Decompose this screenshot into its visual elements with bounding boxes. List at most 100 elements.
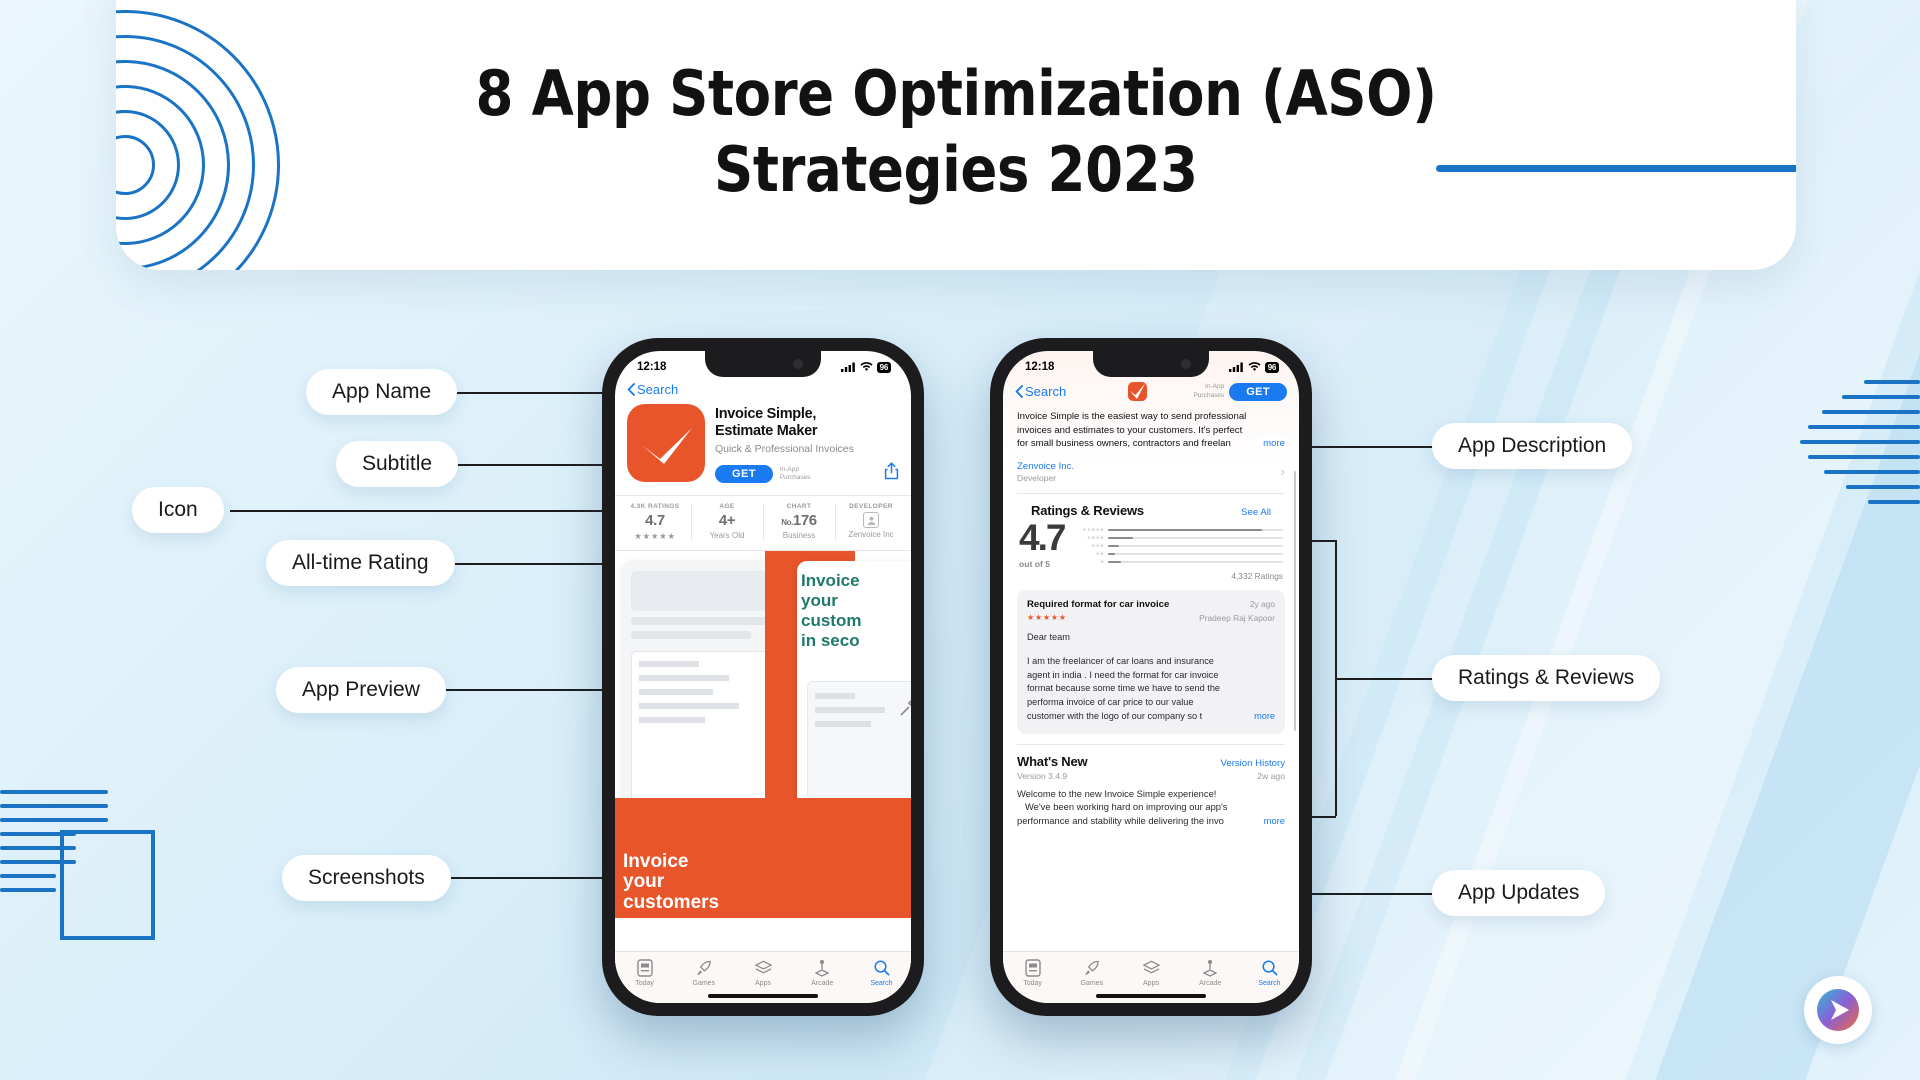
description-line1: Invoice Simple is the easiest way to sen… [1017,411,1247,422]
review-author: Pradeep Raj Kapoor [1199,612,1275,623]
stat-value: No.176 [765,512,833,529]
rating-score: 4.7 [1019,516,1066,558]
review-more-link[interactable]: more [1250,709,1275,724]
concentric-rings-icon [116,0,320,270]
histogram-row: ★★★ [1078,543,1283,549]
preview-headline-l3: custom [801,611,862,631]
tab-apps[interactable]: Apps [733,959,792,987]
app-subtitle: Quick & Professional Invoices [715,443,854,456]
tab-search[interactable]: Search [852,959,911,987]
notch [1093,351,1209,377]
tab-label: Games [1080,980,1104,987]
back-to-search-link[interactable]: Search [627,382,899,397]
stat-value-number: 176 [792,512,817,530]
histogram-row: ★ [1078,559,1283,565]
histogram-bar [1108,528,1283,531]
stat-ratings: 4.3K RATINGS 4.7 ★★★★★ [619,503,691,542]
tab-today[interactable]: Today [1003,959,1062,987]
iap-line1: In-App [779,465,799,473]
signal-icon [840,362,855,372]
stat-unit: Years Old [709,531,745,541]
callout-icon: Icon [132,487,224,533]
review-body-l1: I am the freelancer of car loans and ins… [1027,655,1214,666]
app-header: Invoice Simple, Estimate Maker Quick & P… [615,400,911,485]
rocket-icon [1062,959,1121,978]
histogram-bar [1108,536,1283,539]
histogram-bar [1108,560,1283,563]
stat-unit: Zenvoice Inc [848,530,894,540]
review-card[interactable]: Required format for car invoice 2y ago ★… [1017,589,1285,734]
callout-label: Screenshots [308,866,425,889]
histogram-row: ★★★★★ [1078,527,1283,533]
version-history-link[interactable]: Version History [1220,758,1285,769]
whats-new-heading: What's New [1017,753,1088,769]
app-preview-screenshots[interactable]: Invoice your custom in seco Invoice your… [615,550,911,919]
stat-value-prefix: No. [781,518,793,528]
stat-key: CHART [786,503,812,511]
camera-icon [793,359,803,369]
callout-subtitle: Subtitle [336,441,459,487]
callout-all-time-rating: All-time Rating [266,540,455,586]
wifi-icon [1248,362,1261,371]
title-underline [1436,165,1796,172]
status-indicators: 96 [1228,361,1279,373]
tab-label: Arcade [811,980,834,987]
battery-indicator: 96 [1264,361,1279,373]
play-gradient-icon [1817,989,1859,1031]
brand-logo [1804,976,1872,1044]
tab-label: Search [1258,980,1281,987]
description-line2: invoices and estimates to your customers… [1017,424,1243,436]
back-to-search-link[interactable]: Search [1015,384,1066,399]
stat-chart: CHART No.176 Business [763,503,835,542]
share-icon[interactable] [884,462,899,485]
battery-indicator: 96 [876,361,891,373]
stat-value: 4.7 [645,512,665,530]
app-icon[interactable] [627,404,705,482]
rating-out-of: out of 5 [1019,558,1051,569]
notch [705,351,821,377]
chevron-left-icon [627,383,635,396]
chevron-left-icon [1015,385,1023,398]
search-icon [1240,959,1299,978]
stat-age: AGE 4+ Years Old [691,503,763,542]
description-line3: for small business owners, contractors a… [1017,438,1231,450]
whats-new-more-link[interactable]: more [1259,814,1285,828]
see-all-link[interactable]: See All [1241,507,1271,518]
review-body-l5: customer with the logo of our company so… [1027,710,1203,721]
whats-new-l1: Welcome to the new Invoice Simple experi… [1017,787,1217,799]
iap-line2: Purchases [779,473,811,481]
callout-label: Subtitle [362,452,433,475]
home-indicator [1096,994,1206,998]
tab-apps[interactable]: Apps [1121,959,1180,987]
description-more-link[interactable]: more [1259,437,1285,451]
histogram-stars: ★★★★ [1086,534,1105,540]
preview-headline-l1: Invoice [801,571,860,591]
developer-row[interactable]: Zenvoice Inc. Developer › [1003,451,1299,483]
developer-name[interactable]: Zenvoice Inc. [1017,461,1074,472]
preview-headline-l2: your [801,591,838,611]
tab-search[interactable]: Search [1240,959,1299,987]
tab-games[interactable]: Games [1062,959,1121,987]
preview-bottom-l1: Invoice [623,850,689,872]
histogram-stars: ★★★★★ [1082,526,1105,532]
back-label: Search [1025,384,1067,399]
header-card [116,0,1796,270]
get-button[interactable]: GET [715,464,773,483]
tab-arcade[interactable]: Arcade [793,959,852,987]
nav-bar: Search In-App Purchases GET [1003,381,1299,404]
app-icon-small[interactable] [1128,382,1148,401]
review-date: 2y ago [1249,598,1275,609]
histogram-stars: ★ [1100,558,1105,564]
tab-today[interactable]: Today [615,959,674,987]
tab-games[interactable]: Games [674,959,733,987]
stat-key: 4.3K RATINGS [630,503,680,511]
scrollbar[interactable] [1293,471,1296,731]
get-button[interactable]: GET [1229,382,1287,401]
ratings-summary: 4.7 out of 5 ★★★★★ ★★★★ ★★★ ★★ ★ [1003,518,1299,569]
stat-stars: ★★★★★ [634,531,676,542]
callout-label: App Updates [1458,881,1580,904]
tab-arcade[interactable]: Arcade [1181,959,1240,987]
back-label: Search [637,382,679,397]
review-header: Required format for car invoice 2y ago [1027,599,1275,610]
developer-label: Developer [1017,472,1057,483]
